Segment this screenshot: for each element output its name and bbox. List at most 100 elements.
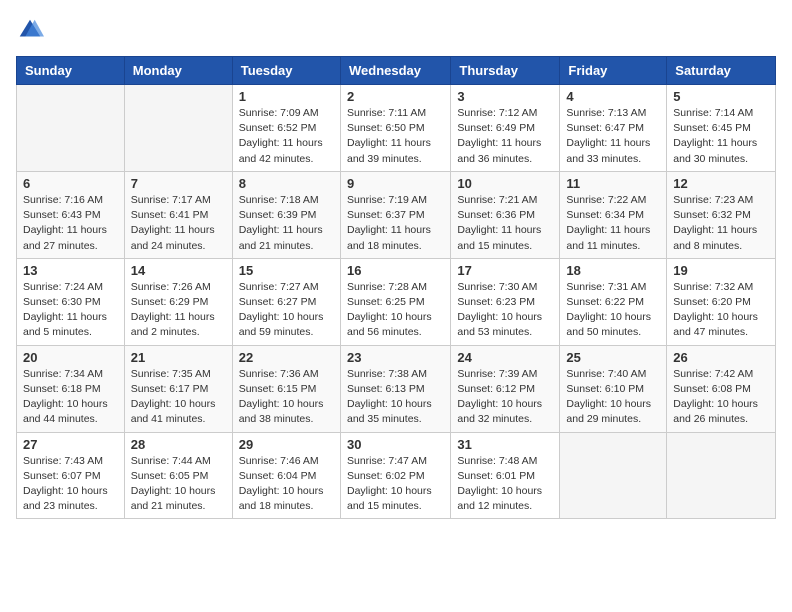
calendar-week-row: 1 Sunrise: 7:09 AMSunset: 6:52 PMDaylight… <box>17 85 776 172</box>
calendar-cell: 15 Sunrise: 7:27 AMSunset: 6:27 PMDayligh… <box>232 258 340 345</box>
day-info: Sunrise: 7:14 AMSunset: 6:45 PMDaylight:… <box>673 106 769 167</box>
day-number: 22 <box>239 350 334 365</box>
weekday-header-sunday: Sunday <box>17 57 125 85</box>
day-info: Sunrise: 7:47 AMSunset: 6:02 PMDaylight:… <box>347 454 444 515</box>
day-info: Sunrise: 7:48 AMSunset: 6:01 PMDaylight:… <box>457 454 553 515</box>
calendar-cell: 17Sunrise: 7:30 AMSunset: 6:23 PMDayligh… <box>451 258 560 345</box>
page-header <box>16 16 776 44</box>
calendar-cell: 21 Sunrise: 7:35 AMSunset: 6:17 PMDayligh… <box>124 345 232 432</box>
day-info: Sunrise: 7:36 AMSunset: 6:15 PMDaylight:… <box>239 367 334 428</box>
calendar-cell: 18 Sunrise: 7:31 AMSunset: 6:22 PMDayligh… <box>560 258 667 345</box>
day-number: 11 <box>566 176 660 191</box>
calendar-cell: 26Sunrise: 7:42 AMSunset: 6:08 PMDayligh… <box>667 345 776 432</box>
day-info: Sunrise: 7:11 AMSunset: 6:50 PMDaylight:… <box>347 106 444 167</box>
day-number: 15 <box>239 263 334 278</box>
day-number: 8 <box>239 176 334 191</box>
day-number: 21 <box>131 350 226 365</box>
calendar-cell: 7 Sunrise: 7:17 AMSunset: 6:41 PMDaylight… <box>124 171 232 258</box>
weekday-header-monday: Monday <box>124 57 232 85</box>
calendar-cell: 30 Sunrise: 7:47 AMSunset: 6:02 PMDayligh… <box>340 432 450 519</box>
weekday-header-friday: Friday <box>560 57 667 85</box>
calendar-cell: 11 Sunrise: 7:22 AMSunset: 6:34 PMDayligh… <box>560 171 667 258</box>
day-info: Sunrise: 7:22 AMSunset: 6:34 PMDaylight:… <box>566 193 660 254</box>
day-info: Sunrise: 7:12 AMSunset: 6:49 PMDaylight:… <box>457 106 553 167</box>
calendar-cell: 9 Sunrise: 7:19 AMSunset: 6:37 PMDaylight… <box>340 171 450 258</box>
day-number: 24 <box>457 350 553 365</box>
day-number: 18 <box>566 263 660 278</box>
day-number: 16 <box>347 263 444 278</box>
day-number: 13 <box>23 263 118 278</box>
calendar-week-row: 20 Sunrise: 7:34 AMSunset: 6:18 PMDayligh… <box>17 345 776 432</box>
day-number: 28 <box>131 437 226 452</box>
day-info: Sunrise: 7:27 AMSunset: 6:27 PMDaylight:… <box>239 280 334 341</box>
day-number: 2 <box>347 89 444 104</box>
calendar-cell: 20 Sunrise: 7:34 AMSunset: 6:18 PMDayligh… <box>17 345 125 432</box>
calendar-cell: 23 Sunrise: 7:38 AMSunset: 6:13 PMDayligh… <box>340 345 450 432</box>
logo <box>16 16 48 44</box>
day-number: 7 <box>131 176 226 191</box>
day-number: 6 <box>23 176 118 191</box>
day-number: 27 <box>23 437 118 452</box>
weekday-header-thursday: Thursday <box>451 57 560 85</box>
day-info: Sunrise: 7:30 AMSunset: 6:23 PMDaylight:… <box>457 280 553 341</box>
calendar-cell <box>124 85 232 172</box>
day-info: Sunrise: 7:31 AMSunset: 6:22 PMDaylight:… <box>566 280 660 341</box>
day-info: Sunrise: 7:19 AMSunset: 6:37 PMDaylight:… <box>347 193 444 254</box>
day-info: Sunrise: 7:34 AMSunset: 6:18 PMDaylight:… <box>23 367 118 428</box>
day-number: 1 <box>239 89 334 104</box>
day-info: Sunrise: 7:28 AMSunset: 6:25 PMDaylight:… <box>347 280 444 341</box>
day-info: Sunrise: 7:13 AMSunset: 6:47 PMDaylight:… <box>566 106 660 167</box>
day-info: Sunrise: 7:39 AMSunset: 6:12 PMDaylight:… <box>457 367 553 428</box>
day-info: Sunrise: 7:23 AMSunset: 6:32 PMDaylight:… <box>673 193 769 254</box>
day-number: 29 <box>239 437 334 452</box>
calendar-cell <box>560 432 667 519</box>
day-number: 25 <box>566 350 660 365</box>
calendar-cell: 16 Sunrise: 7:28 AMSunset: 6:25 PMDayligh… <box>340 258 450 345</box>
calendar-cell: 13 Sunrise: 7:24 AMSunset: 6:30 PMDayligh… <box>17 258 125 345</box>
calendar-cell: 27 Sunrise: 7:43 AMSunset: 6:07 PMDayligh… <box>17 432 125 519</box>
day-info: Sunrise: 7:17 AMSunset: 6:41 PMDaylight:… <box>131 193 226 254</box>
calendar-cell: 3Sunrise: 7:12 AMSunset: 6:49 PMDaylight… <box>451 85 560 172</box>
day-number: 10 <box>457 176 553 191</box>
calendar-cell: 25 Sunrise: 7:40 AMSunset: 6:10 PMDayligh… <box>560 345 667 432</box>
day-info: Sunrise: 7:26 AMSunset: 6:29 PMDaylight:… <box>131 280 226 341</box>
day-info: Sunrise: 7:46 AMSunset: 6:04 PMDaylight:… <box>239 454 334 515</box>
day-info: Sunrise: 7:44 AMSunset: 6:05 PMDaylight:… <box>131 454 226 515</box>
day-number: 9 <box>347 176 444 191</box>
calendar-cell: 29 Sunrise: 7:46 AMSunset: 6:04 PMDayligh… <box>232 432 340 519</box>
calendar-cell: 19 Sunrise: 7:32 AMSunset: 6:20 PMDayligh… <box>667 258 776 345</box>
day-info: Sunrise: 7:38 AMSunset: 6:13 PMDaylight:… <box>347 367 444 428</box>
calendar-cell: 5 Sunrise: 7:14 AMSunset: 6:45 PMDaylight… <box>667 85 776 172</box>
day-info: Sunrise: 7:35 AMSunset: 6:17 PMDaylight:… <box>131 367 226 428</box>
calendar-cell: 6Sunrise: 7:16 AMSunset: 6:43 PMDaylight… <box>17 171 125 258</box>
day-info: Sunrise: 7:09 AMSunset: 6:52 PMDaylight:… <box>239 106 334 167</box>
logo-icon <box>16 16 44 44</box>
day-number: 19 <box>673 263 769 278</box>
weekday-header-tuesday: Tuesday <box>232 57 340 85</box>
day-number: 14 <box>131 263 226 278</box>
day-number: 20 <box>23 350 118 365</box>
calendar-table: SundayMondayTuesdayWednesdayThursdayFrid… <box>16 56 776 519</box>
calendar-cell: 4Sunrise: 7:13 AMSunset: 6:47 PMDaylight… <box>560 85 667 172</box>
day-number: 31 <box>457 437 553 452</box>
day-number: 30 <box>347 437 444 452</box>
day-info: Sunrise: 7:32 AMSunset: 6:20 PMDaylight:… <box>673 280 769 341</box>
day-info: Sunrise: 7:21 AMSunset: 6:36 PMDaylight:… <box>457 193 553 254</box>
calendar-cell: 12Sunrise: 7:23 AMSunset: 6:32 PMDayligh… <box>667 171 776 258</box>
day-info: Sunrise: 7:43 AMSunset: 6:07 PMDaylight:… <box>23 454 118 515</box>
calendar-cell: 22 Sunrise: 7:36 AMSunset: 6:15 PMDayligh… <box>232 345 340 432</box>
day-number: 5 <box>673 89 769 104</box>
calendar-cell: 24 Sunrise: 7:39 AMSunset: 6:12 PMDayligh… <box>451 345 560 432</box>
calendar-week-row: 27 Sunrise: 7:43 AMSunset: 6:07 PMDayligh… <box>17 432 776 519</box>
calendar-cell: 2 Sunrise: 7:11 AMSunset: 6:50 PMDaylight… <box>340 85 450 172</box>
day-info: Sunrise: 7:40 AMSunset: 6:10 PMDaylight:… <box>566 367 660 428</box>
calendar-cell: 1 Sunrise: 7:09 AMSunset: 6:52 PMDaylight… <box>232 85 340 172</box>
weekday-header-wednesday: Wednesday <box>340 57 450 85</box>
weekday-header-saturday: Saturday <box>667 57 776 85</box>
weekday-header-row: SundayMondayTuesdayWednesdayThursdayFrid… <box>17 57 776 85</box>
day-number: 23 <box>347 350 444 365</box>
day-info: Sunrise: 7:18 AMSunset: 6:39 PMDaylight:… <box>239 193 334 254</box>
day-info: Sunrise: 7:24 AMSunset: 6:30 PMDaylight:… <box>23 280 118 341</box>
calendar-cell <box>667 432 776 519</box>
calendar-cell: 14 Sunrise: 7:26 AMSunset: 6:29 PMDayligh… <box>124 258 232 345</box>
